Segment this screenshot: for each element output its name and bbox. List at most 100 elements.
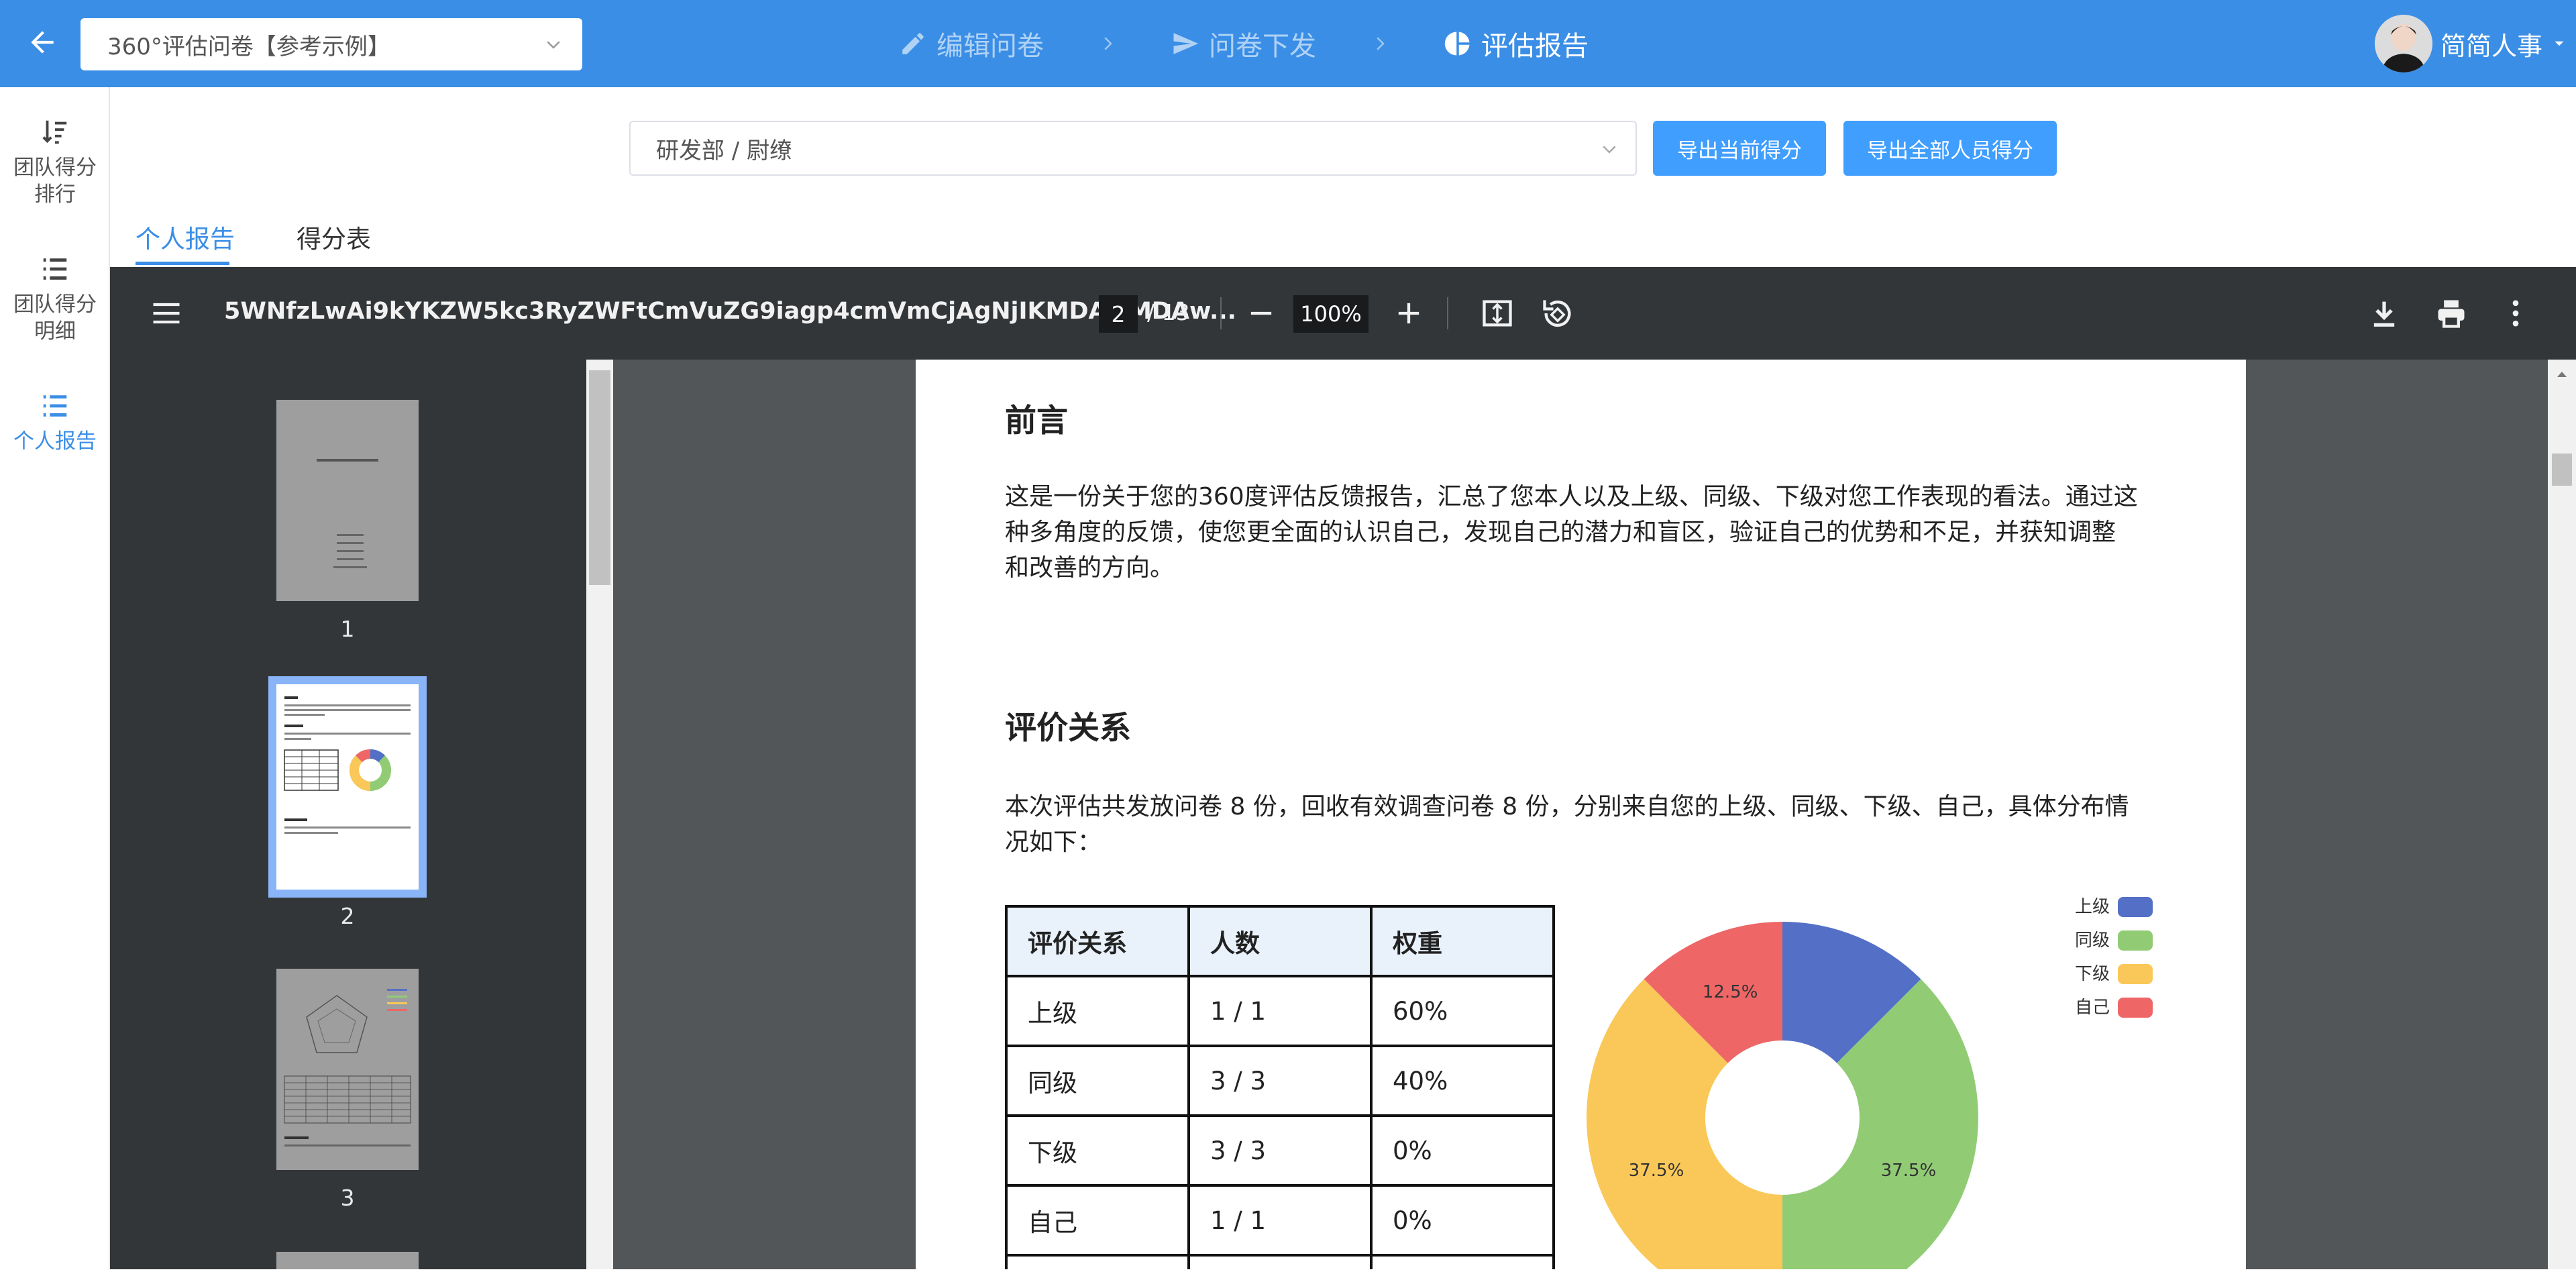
legend-label: 同级: [2075, 930, 2110, 951]
export-current-button[interactable]: 导出当前得分: [1653, 121, 1826, 176]
table-header-row: 评价关系 人数 权重: [1005, 905, 1555, 977]
list-icon: [43, 395, 67, 417]
pencil-icon: [902, 33, 924, 54]
table-cell: 同级: [1005, 1045, 1190, 1117]
back-arrow-icon[interactable]: [25, 25, 59, 59]
table-row: 下级 3 / 3 0%: [1005, 1114, 1555, 1187]
section-title: 评价关系: [1005, 710, 1131, 747]
section-paragraph: 这是一份关于您的360度评估反馈报告，汇总了您本人以及上级、同级、下级对您工作表…: [1005, 479, 2165, 586]
table-row: 上级 1 / 1 60%: [1005, 975, 1555, 1047]
fit-page-icon[interactable]: [1480, 296, 1515, 331]
zoom-input[interactable]: 100%: [1293, 295, 1368, 333]
page-thumbnail[interactable]: [276, 400, 419, 601]
pdf-file-name: 5WNfzLwAi9kYKZW5kc3RyZWFtCmVuZG9iagp4cmV…: [224, 298, 1236, 325]
chevron-down-icon: [547, 41, 560, 49]
evaluation-relation-table: 评价关系 人数 权重 上级 1 / 1 60% 同级 3 / 3 40% 下级 …: [1005, 905, 1555, 1269]
sidebar-item-label: 团队得分: [13, 292, 97, 317]
thumbnail-panel: 1 2 3: [110, 360, 586, 1269]
page-thumbnail[interactable]: [276, 1252, 419, 1269]
section-title: 前言: [1005, 403, 1068, 439]
thumbnail-number: 1: [340, 616, 355, 642]
column-header: 权重: [1370, 905, 1555, 977]
table-cell: 0%: [1370, 1114, 1555, 1187]
pdf-viewer: 5WNfzLwAi9kYKZW5kc3RyZWFtCmVuZG9iagp4cmV…: [110, 267, 2576, 1269]
legend-swatch[interactable]: [2118, 897, 2153, 917]
menu-icon[interactable]: [149, 296, 184, 331]
step-nav: 编辑问卷 问卷下发 评估报告: [899, 20, 1589, 67]
thumbnail-number: 3: [340, 1185, 355, 1211]
zoom-out-icon[interactable]: [1244, 296, 1279, 331]
print-icon[interactable]: [2434, 296, 2469, 331]
step-edit-survey[interactable]: 编辑问卷: [899, 24, 1044, 63]
bottom-strip: [0, 1269, 2576, 1280]
step-label: 编辑问卷: [936, 31, 1044, 62]
page-thumbnail-selected[interactable]: [268, 676, 427, 898]
zoom-in-icon[interactable]: [1391, 296, 1426, 331]
step-evaluation-report[interactable]: 评估报告: [1444, 24, 1589, 63]
report-tabs: 个人报告 得分表: [110, 201, 2576, 266]
column-header: 人数: [1187, 905, 1373, 977]
sidebar-item-team-detail[interactable]: 团队得分 明细: [0, 254, 110, 345]
table-cell: 40%: [1370, 1045, 1555, 1117]
table-cell: 60%: [1370, 975, 1555, 1047]
column-header: 评价关系: [1005, 905, 1190, 977]
page-number-input[interactable]: 2: [1099, 295, 1138, 333]
tab-score-table[interactable]: 得分表: [297, 219, 371, 255]
tab-personal-report[interactable]: 个人报告: [136, 219, 235, 255]
toolbar-divider: [1220, 297, 1222, 329]
paragraph-line: 种多角度的反馈，使您更全面的认识自己，发现自己的潜力和盲区，验证自己的优势和不足…: [1005, 519, 2116, 546]
table-cell: 1 / 1: [1187, 975, 1373, 1047]
pie-chart-icon: [1444, 32, 1470, 56]
user-name: 简简人事: [2440, 31, 2543, 61]
table-cell: 自己: [1005, 1184, 1190, 1257]
sidebar-item-label: 明细: [34, 319, 76, 343]
section-paragraph: 本次评估共发放问卷 8 份，回收有效调查问卷 8 份，分别来自您的上级、同级、下…: [1005, 789, 2165, 860]
page-scrollbar[interactable]: [2548, 360, 2576, 1269]
rotate-icon[interactable]: [1540, 296, 1575, 331]
data-label: 37.5%: [1881, 1161, 1937, 1181]
download-icon[interactable]: [2367, 296, 2402, 331]
table-row: 自己 1 / 1 0%: [1005, 1184, 1555, 1257]
legend-label: 上级: [2075, 897, 2110, 917]
legend-swatch[interactable]: [2118, 998, 2153, 1018]
list-icon: [43, 258, 67, 280]
thumbnail-scrollbar[interactable]: [586, 360, 613, 1269]
table-cell: 3 / 3: [1187, 1045, 1373, 1117]
top-header: 360°评估问卷【参考示例】 编辑问卷 问卷下发 评估报告 简简人事: [0, 0, 2576, 87]
survey-select[interactable]: 360°评估问卷【参考示例】: [80, 18, 582, 70]
table-cell: 3 / 3: [1187, 1114, 1373, 1187]
legend-label: 下级: [2075, 964, 2110, 984]
page-thumbnail[interactable]: [276, 969, 419, 1170]
table-cell: 下级: [1005, 1114, 1190, 1187]
pdf-page: 前言 这是一份关于您的360度评估反馈报告，汇总了您本人以及上级、同级、下级对您…: [916, 360, 2246, 1269]
caret-down-icon: [2555, 41, 2564, 46]
table-row: 同级 3 / 3 40%: [1005, 1045, 1555, 1117]
legend-swatch[interactable]: [2118, 964, 2153, 984]
sidebar-item-label: 团队得分: [13, 156, 97, 180]
avatar: [2375, 15, 2432, 72]
thumbnail-number: 2: [340, 903, 355, 929]
active-tab-indicator: [136, 262, 229, 265]
survey-select-value: 360°评估问卷【参考示例】: [107, 33, 390, 60]
sidebar: 团队得分 排行 团队得分 明细 个人报告: [0, 87, 110, 1280]
scrollbar-thumb[interactable]: [2552, 454, 2572, 486]
scroll-up-icon[interactable]: [2548, 364, 2576, 384]
scrollbar-thumb[interactable]: [589, 370, 610, 585]
sidebar-item-personal-report[interactable]: 个人报告: [0, 390, 110, 455]
more-options-icon[interactable]: [2498, 296, 2533, 331]
paragraph-line: 况如下：: [1005, 829, 1102, 856]
page-total: / 13: [1147, 299, 1190, 325]
department-select[interactable]: 研发部 / 尉缭: [629, 121, 1637, 176]
sidebar-item-team-ranking[interactable]: 团队得分 排行: [0, 117, 110, 208]
step-distribute-survey[interactable]: 问卷下发: [1171, 24, 1316, 63]
relation-donut-chart: 37.5% 37.5% 12.5% 上级同级下级自己: [1587, 897, 2153, 1269]
table-cell: 1 / 1: [1187, 1184, 1373, 1257]
user-menu[interactable]: 简简人事: [2375, 15, 2568, 72]
step-label: 评估报告: [1481, 31, 1589, 62]
pdf-toolbar: 5WNfzLwAi9kYKZW5kc3RyZWFtCmVuZG9iagp4cmV…: [110, 267, 2576, 360]
chevron-down-icon: [1603, 146, 1616, 154]
table-cell: 上级: [1005, 975, 1190, 1047]
export-all-button[interactable]: 导出全部人员得分: [1843, 121, 2057, 176]
legend-swatch[interactable]: [2118, 930, 2153, 951]
paragraph-line: 这是一份关于您的360度评估反馈报告，汇总了您本人以及上级、同级、下级对您工作表…: [1005, 483, 2138, 511]
